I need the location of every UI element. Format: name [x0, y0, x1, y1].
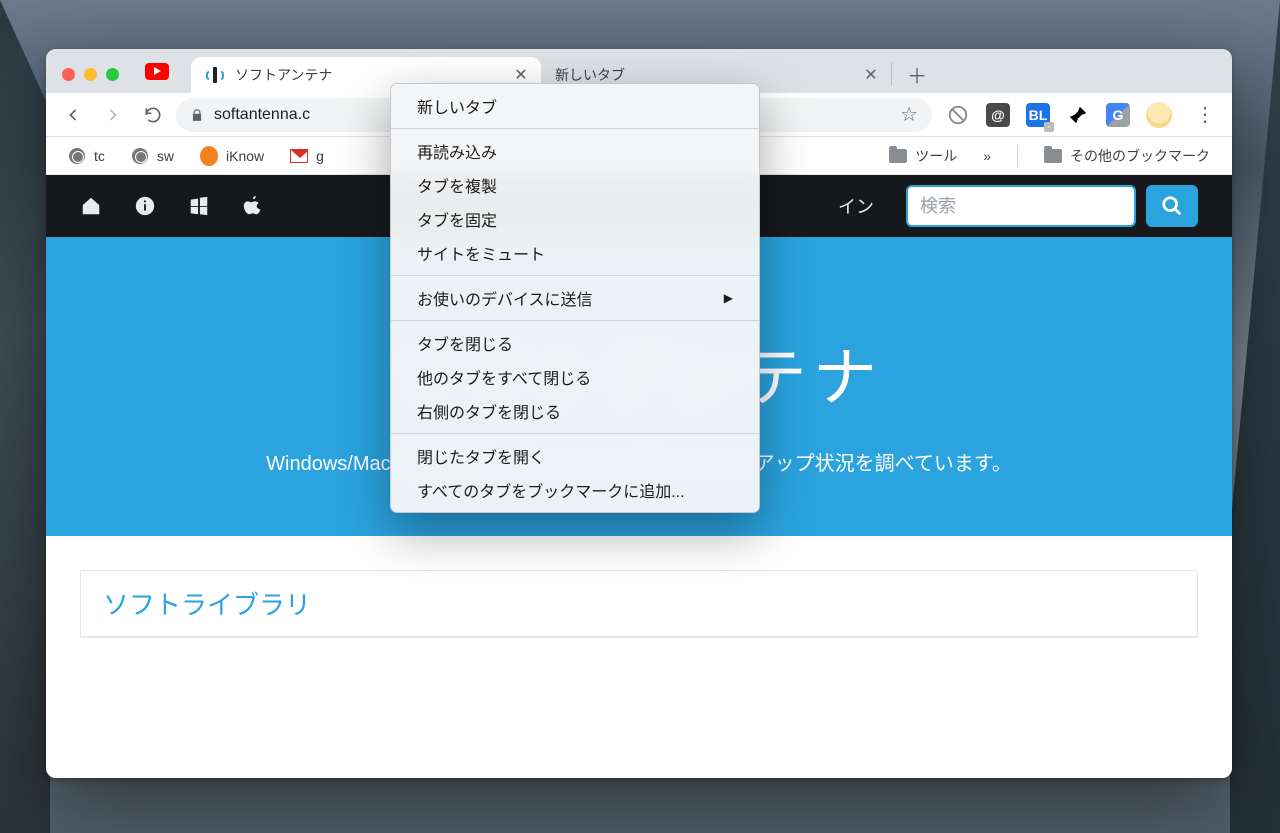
minimize-window-button[interactable]: [84, 68, 97, 81]
info-icon[interactable]: [134, 195, 156, 217]
tab-close-button[interactable]: ✕: [513, 67, 529, 83]
bookmark-label: sw: [157, 148, 174, 164]
profile-avatar[interactable]: [1146, 102, 1172, 128]
bookmarks-overflow[interactable]: »: [973, 137, 1001, 174]
favicon-softantenna: [205, 65, 225, 85]
extension-icons: @ BL- G ⋮: [946, 98, 1222, 132]
new-tab-button[interactable]: ＋: [902, 59, 932, 89]
bookmark-sw[interactable]: sw: [121, 137, 184, 174]
google-translate-extension-icon[interactable]: G: [1106, 103, 1130, 127]
reload-button[interactable]: [136, 98, 170, 132]
blocker-extension-icon[interactable]: [946, 103, 970, 127]
bookmark-g[interactable]: g: [280, 137, 334, 174]
chrome-menu-button[interactable]: ⋮: [1188, 98, 1222, 132]
bookmark-iknow[interactable]: iKnow: [190, 137, 274, 174]
tab-title: 新しいタブ: [555, 65, 853, 85]
site-search-input[interactable]: [906, 185, 1136, 227]
bookmark-label: その他のブックマーク: [1070, 146, 1210, 166]
nav-login-text[interactable]: イン: [838, 193, 874, 219]
ctx-bookmark-all[interactable]: すべてのタブをブックマークに追加...: [391, 473, 759, 507]
bookmark-label: iKnow: [226, 148, 264, 164]
ctx-new-tab[interactable]: 新しいタブ: [391, 89, 759, 123]
bookmark-folder-tool[interactable]: ツール: [879, 137, 967, 174]
ctx-close-tab[interactable]: タブを閉じる: [391, 326, 759, 360]
panel-soft-library: ソフトライブラリ: [80, 570, 1198, 638]
apple-icon[interactable]: [242, 195, 264, 217]
tab-title: ソフトアンテナ: [235, 65, 503, 85]
window-controls: [62, 68, 119, 81]
submenu-arrow-icon: ▶: [724, 291, 733, 305]
ctx-pin[interactable]: タブを固定: [391, 202, 759, 236]
youtube-icon[interactable]: [145, 63, 169, 80]
home-icon[interactable]: [80, 195, 102, 217]
windows-icon[interactable]: [188, 195, 210, 217]
mail-extension-icon[interactable]: @: [986, 103, 1010, 127]
site-search-button[interactable]: [1146, 185, 1198, 227]
bookmark-label: ツール: [915, 146, 957, 166]
ctx-mute[interactable]: サイトをミュート: [391, 236, 759, 270]
bookmark-label: tc: [94, 148, 105, 164]
bookmark-label: g: [316, 148, 324, 164]
ctx-send-to-device[interactable]: お使いのデバイスに送信▶: [391, 281, 759, 315]
other-bookmarks[interactable]: その他のブックマーク: [1034, 137, 1220, 174]
tab-context-menu: 新しいタブ 再読み込み タブを複製 タブを固定 サイトをミュート お使いのデバイ…: [390, 83, 760, 513]
ctx-reload[interactable]: 再読み込み: [391, 134, 759, 168]
ctx-close-right[interactable]: 右側のタブを閉じる: [391, 394, 759, 428]
tab-separator: [891, 63, 892, 85]
forward-button[interactable]: [96, 98, 130, 132]
panel-title: ソフトライブラリ: [81, 571, 1197, 637]
ctx-duplicate[interactable]: タブを複製: [391, 168, 759, 202]
back-button[interactable]: [56, 98, 90, 132]
lock-icon: [190, 108, 204, 122]
ctx-reopen-closed[interactable]: 閉じたタブを開く: [391, 439, 759, 473]
pin-extension-icon[interactable]: [1066, 103, 1090, 127]
ctx-close-others[interactable]: 他のタブをすべて閉じる: [391, 360, 759, 394]
tab-close-button[interactable]: ✕: [863, 67, 879, 83]
close-window-button[interactable]: [62, 68, 75, 81]
bookmark-tc[interactable]: tc: [58, 137, 115, 174]
bookmarks-separator: [1017, 145, 1018, 167]
bookmark-star-icon[interactable]: ☆: [900, 102, 918, 127]
bl-extension-icon[interactable]: BL-: [1026, 103, 1050, 127]
overflow-label: »: [983, 148, 991, 164]
fullscreen-window-button[interactable]: [106, 68, 119, 81]
